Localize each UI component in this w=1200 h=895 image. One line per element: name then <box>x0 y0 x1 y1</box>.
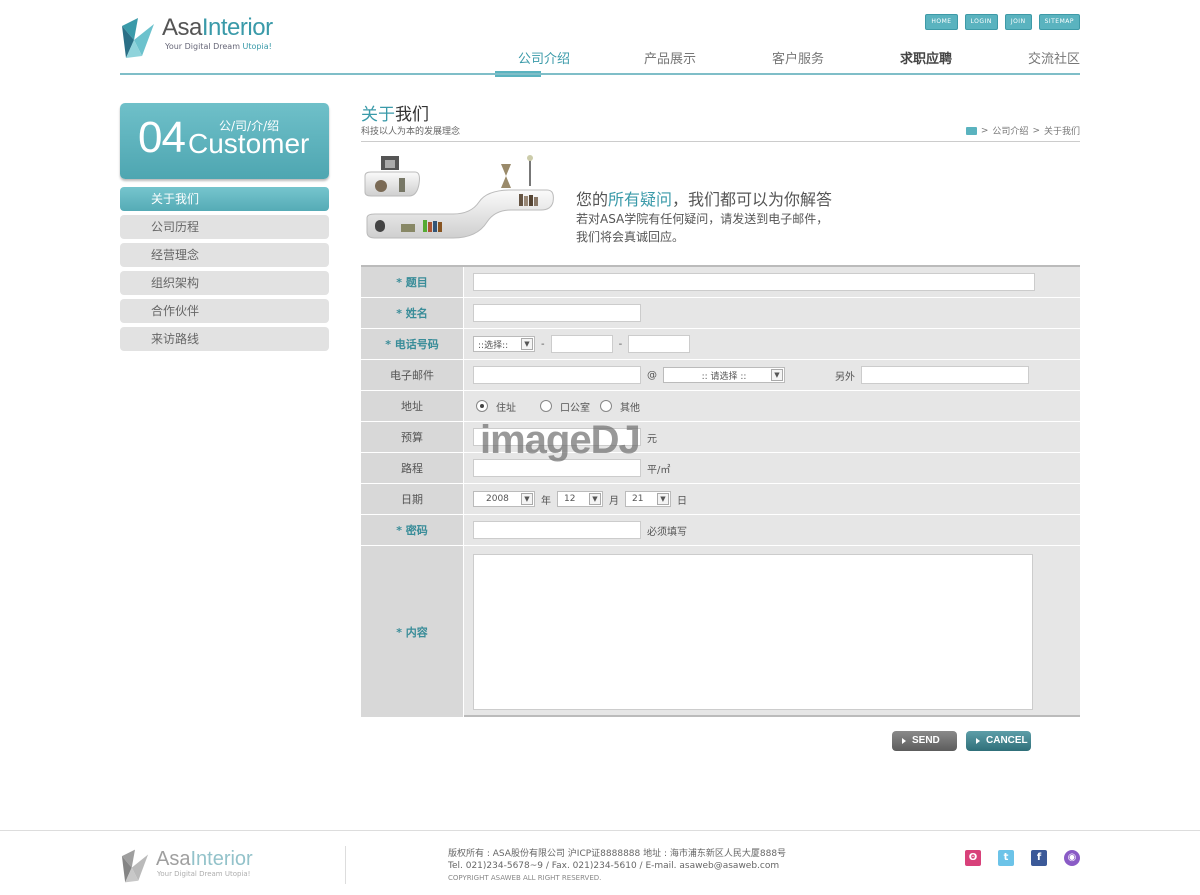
breadcrumb-item[interactable]: 公司介绍 <box>992 124 1028 137</box>
twitter-icon[interactable]: t <box>998 850 1014 866</box>
form-row-subject: * 题目 <box>361 267 1080 298</box>
logo-tagline: Your Digital Dream Utopia! <box>165 42 272 51</box>
breadcrumb-current: 关于我们 <box>1043 127 1080 137</box>
nav-item-jobs[interactable]: 求职应聘 <box>881 48 971 67</box>
nav-item-community[interactable]: 交流社区 <box>1005 48 1080 67</box>
site-logo[interactable]: AsaInterior Your Digital Dream Utopia! <box>120 14 290 62</box>
phone-label: * 电话号码 <box>361 329 464 359</box>
headline-message: 您的所有疑问，我们都可以为你解答 <box>576 190 833 209</box>
content-label: * 内容 <box>361 546 464 717</box>
title-divider <box>361 141 1080 142</box>
form-row-budget: 预算 元 <box>361 422 1080 453</box>
sidebar-item-philosophy[interactable]: 经营理念 <box>120 243 329 267</box>
sitemap-link[interactable]: SITEMAP <box>1038 14 1080 30</box>
month-select[interactable]: 12 ▼ <box>557 491 603 507</box>
inquiry-form: * 题目 * 姓名 * 电话号码 ::选择:: ▼ - - 电子邮件 @ :: 请… <box>361 265 1080 717</box>
email-user-input[interactable] <box>473 366 641 384</box>
email-other-label: 另外 <box>835 371 855 383</box>
cancel-button[interactable]: CANCEL <box>966 731 1031 751</box>
nav-item-products[interactable]: 产品展示 <box>625 48 715 67</box>
shelf-illustration <box>364 155 554 239</box>
subject-input[interactable] <box>473 273 1035 291</box>
footer-divider <box>0 830 1200 831</box>
name-label: * 姓名 <box>361 298 464 328</box>
page: AsaInterior Your Digital Dream Utopia! H… <box>0 0 1200 895</box>
form-row-date: 日期 2008 ▼ 年 12 ▼ 月 21 ▼ 日 <box>361 484 1080 515</box>
footer-info: 版权所有 : ASA股份有限公司 沪ICP证8888888 地址 : 海市浦东新… <box>448 849 787 882</box>
logo-mark-icon <box>121 849 149 883</box>
address-radio-other[interactable] <box>600 400 612 412</box>
sidebar-menu: 关于我们 公司历程 经营理念 组织架构 合作伙伴 来访路线 <box>120 187 329 355</box>
chat-icon[interactable]: ◉ <box>1064 850 1080 866</box>
address-radio-office[interactable] <box>540 400 552 412</box>
sidebar-item-directions[interactable]: 来访路线 <box>120 327 329 351</box>
name-input[interactable] <box>473 304 641 322</box>
home-link[interactable]: HOME <box>925 14 958 30</box>
nav-underline <box>120 73 1080 75</box>
day-select[interactable]: 21 ▼ <box>625 491 671 507</box>
date-label: 日期 <box>361 484 464 514</box>
sidebar-item-partners[interactable]: 合作伙伴 <box>120 299 329 323</box>
chevron-down-icon: ▼ <box>521 493 533 505</box>
sidebar-item-structure[interactable]: 组织架构 <box>120 271 329 295</box>
chevron-down-icon: ▼ <box>771 369 783 381</box>
route-label: 路程 <box>361 453 464 483</box>
nav-item-about[interactable]: 公司介绍 <box>498 48 588 67</box>
sidebar-item-about[interactable]: 关于我们 <box>120 187 329 211</box>
form-row-phone: * 电话号码 ::选择:: ▼ - - <box>361 329 1080 360</box>
sidebar-item-history[interactable]: 公司历程 <box>120 215 329 239</box>
year-select[interactable]: 2008 ▼ <box>473 491 535 507</box>
page-title: 关于我们 <box>361 105 429 125</box>
budget-label: 预算 <box>361 422 464 452</box>
facebook-icon[interactable]: f <box>1031 850 1047 866</box>
chevron-down-icon: ▼ <box>521 338 533 350</box>
logo-mark-icon <box>122 18 154 58</box>
phone-last-input[interactable] <box>628 335 691 353</box>
footer-logo: AsaInterior Your Digital Dream Utopia! <box>120 846 320 886</box>
email-domain-select[interactable]: :: 请选择 :: ▼ <box>663 367 785 383</box>
chevron-down-icon: ▼ <box>657 493 669 505</box>
form-row-password: * 密码 必须填写 <box>361 515 1080 546</box>
login-link[interactable]: LOGIN <box>964 14 998 30</box>
email-label: 电子邮件 <box>361 360 464 390</box>
join-link[interactable]: JOIN <box>1004 14 1032 30</box>
footer-separator <box>345 846 346 884</box>
send-button[interactable]: SEND <box>892 731 957 751</box>
page-subtitle: 科技以人为本的发展理念 <box>361 127 461 137</box>
chevron-down-icon: ▼ <box>589 493 601 505</box>
section-number: 04 <box>138 113 186 162</box>
form-row-address: 地址 住址 口公室 其他 <box>361 391 1080 422</box>
address-label: 地址 <box>361 391 464 421</box>
phone-middle-input[interactable] <box>550 335 613 353</box>
address-radio-home[interactable] <box>476 400 488 412</box>
subject-label: * 题目 <box>361 267 464 297</box>
top-utility-links: HOME LOGIN JOIN SITEMAP <box>925 14 1080 30</box>
form-row-email: 电子邮件 @ :: 请选择 :: ▼ 另外 <box>361 360 1080 391</box>
home-icon[interactable] <box>965 126 977 135</box>
social-links: ʘ t f ◉ <box>965 850 1080 866</box>
password-label: * 密码 <box>361 515 464 545</box>
breadcrumb: > 公司介绍 > 关于我们 <box>965 124 1080 137</box>
watermark: imageDJ <box>480 418 641 462</box>
phone-prefix-select[interactable]: ::选择:: ▼ <box>473 336 535 352</box>
cyworld-icon[interactable]: ʘ <box>965 850 981 866</box>
nav-item-service[interactable]: 客户服务 <box>753 48 843 67</box>
email-other-input[interactable] <box>861 366 1029 384</box>
section-badge: 04 公/司/介/绍 Customer <box>120 103 329 179</box>
content-textarea[interactable] <box>473 554 1033 710</box>
form-row-route: 路程 平/㎡ <box>361 453 1080 484</box>
password-input[interactable] <box>473 521 641 539</box>
section-word: Customer <box>188 128 310 159</box>
form-row-name: * 姓名 <box>361 298 1080 329</box>
form-row-content: * 内容 <box>361 546 1080 717</box>
sub-message: 若对ASA学院有任何疑问，请发送到电子邮件， 我们将会真诚回应。 <box>576 212 829 244</box>
logo-name: AsaInterior <box>162 14 273 41</box>
